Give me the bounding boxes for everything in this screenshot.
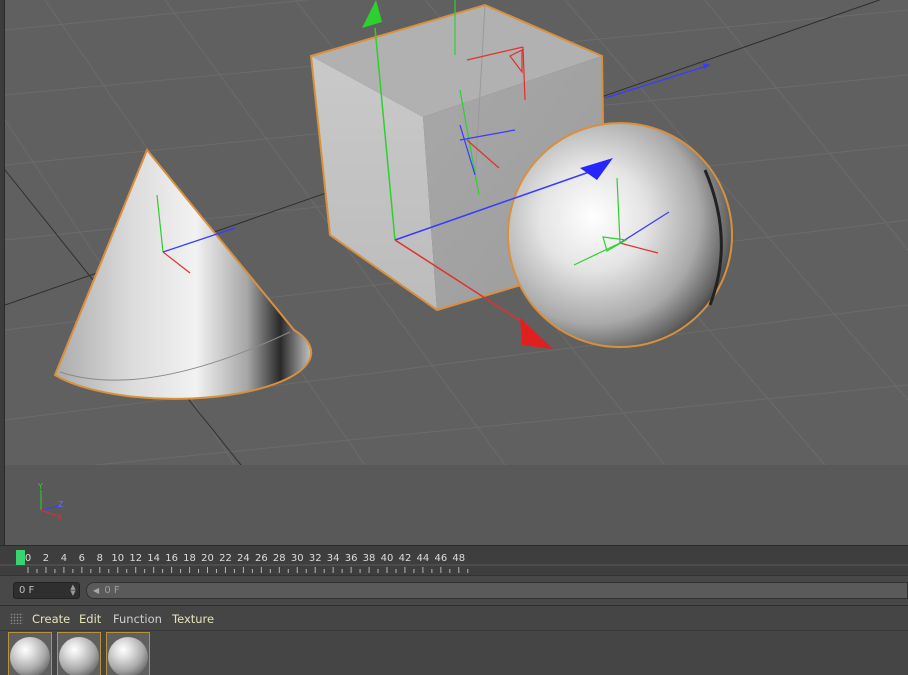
gizmo-y-arrow (362, 0, 382, 28)
timeline-tick-label: 36 (345, 553, 358, 564)
timeline-tick-label: 30 (291, 553, 304, 564)
material-manager: Create Edit Function Texture (0, 605, 908, 675)
viewport-lower-band (5, 465, 908, 545)
axis-label-y: Y (37, 482, 43, 491)
timeline-tick-label: 34 (327, 553, 340, 564)
frame-spinner[interactable]: ▲ ▼ (69, 584, 77, 597)
timeline-tick-labels: 0 2 4 6 8 10 12 14 16 18 20 22 24 26 28 30 32 34 36 38 40 42 4… (25, 553, 465, 564)
timeline-tick-label: 40 (381, 553, 394, 564)
menu-edit[interactable]: Edit (79, 612, 101, 626)
panel-grip-icon[interactable] (10, 613, 23, 624)
frame-field-value: 0 F (19, 585, 35, 596)
current-frame-field[interactable]: 0 F ▲ ▼ (13, 582, 80, 599)
viewport-scene[interactable]: Y Z X (5, 0, 908, 545)
timeline-ruler-svg[interactable]: 0 2 4 6 8 10 12 14 16 18 20 22 24 26 28 30 32 34 36 38 40 42 4… (0, 546, 908, 576)
timeline-tick-label: 10 (111, 553, 124, 564)
timeline-tick-label: 22 (219, 553, 232, 564)
material-sphere-icon (108, 637, 148, 675)
menu-create[interactable]: Create (32, 612, 70, 626)
frame-slider[interactable]: ◀ 0 F (86, 582, 908, 599)
material-thumbnail[interactable] (8, 632, 52, 675)
material-sphere-icon (10, 637, 50, 675)
material-thumbnail[interactable] (57, 632, 101, 675)
timeline-tick-label: 48 (452, 553, 465, 564)
axis-label-z: Z (58, 500, 64, 509)
timeline-tick-label: 28 (273, 553, 286, 564)
timeline-ruler[interactable]: 0 2 4 6 8 10 12 14 16 18 20 22 24 26 28 30 32 34 36 38 40 42 4… (0, 545, 908, 575)
timeline-tick-label: 46 (434, 553, 447, 564)
transport-bar: 0 F ▲ ▼ ◀ 0 F (0, 575, 908, 605)
slider-left-arrow-icon: ◀ (93, 586, 100, 595)
timeline-tick-label: 8 (97, 553, 103, 564)
menu-texture[interactable]: Texture (172, 612, 214, 626)
timeline-tick-label: 44 (417, 553, 430, 564)
axis-label-x: X (57, 513, 63, 522)
material-sphere-icon (59, 637, 99, 675)
timeline-tick-label: 26 (255, 553, 268, 564)
timeline-tick-marks (27, 567, 469, 573)
timeline-tick-label: 42 (399, 553, 412, 564)
frame-slider-label: 0 F (104, 585, 120, 596)
timeline-tick-label: 38 (363, 553, 376, 564)
material-menu-bar: Create Edit Function Texture (0, 606, 908, 631)
app-window: Y Z X 0 2 4 6 8 10 12 14 16 18 20 22 24 26 28 30 32 34 36 3… (0, 0, 908, 675)
timeline-tick-label: 6 (79, 553, 85, 564)
timeline-tick-label: 18 (183, 553, 196, 564)
timeline-tick-label: 2 (43, 553, 49, 564)
timeline-tick-label: 0 (25, 553, 31, 564)
timeline-tick-label: 20 (201, 553, 214, 564)
timeline-tick-label: 12 (129, 553, 142, 564)
timeline-tick-label: 32 (309, 553, 322, 564)
current-frame-marker[interactable] (16, 550, 25, 565)
timeline-tick-label: 24 (237, 553, 250, 564)
timeline-tick-label: 16 (165, 553, 178, 564)
timeline-tick-label: 4 (61, 553, 67, 564)
timeline-tick-label: 14 (147, 553, 160, 564)
material-thumbnail[interactable] (106, 632, 150, 675)
gizmo-x-arrow (520, 318, 553, 349)
sphere-object[interactable] (507, 122, 733, 348)
menu-function[interactable]: Function (113, 612, 162, 626)
3d-viewport[interactable]: Y Z X (5, 0, 908, 545)
